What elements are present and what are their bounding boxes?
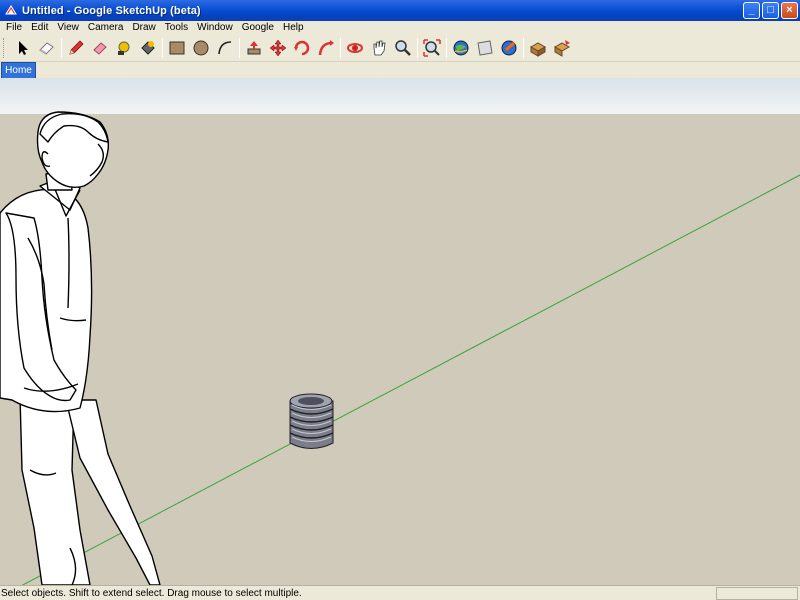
move-icon bbox=[269, 39, 287, 57]
status-message: Select objects. Shift to extend select. … bbox=[1, 587, 302, 599]
pan-icon bbox=[373, 40, 386, 56]
circle-icon bbox=[193, 40, 209, 56]
share-components-button[interactable] bbox=[551, 37, 573, 59]
eraser-tool-button[interactable] bbox=[36, 37, 58, 59]
zoom-tool-button[interactable] bbox=[392, 37, 414, 59]
paint-bucket-icon bbox=[141, 41, 155, 55]
tape-measure-icon bbox=[118, 41, 130, 55]
sketchup-app-icon bbox=[5, 4, 17, 14]
toolbar-separator bbox=[417, 38, 418, 58]
status-bar: Select objects. Shift to extend select. … bbox=[0, 585, 800, 600]
components-icon bbox=[529, 42, 547, 57]
get-models-button[interactable] bbox=[450, 37, 472, 59]
pan-tool-button[interactable] bbox=[368, 37, 390, 59]
select-tool-button[interactable] bbox=[12, 37, 34, 59]
sketchup-window: Untitled - Google SketchUp (beta) _ □ × … bbox=[0, 0, 800, 600]
push-pull-icon bbox=[247, 41, 261, 55]
zoom-extents-tool-button[interactable] bbox=[421, 37, 443, 59]
arc-icon bbox=[218, 41, 232, 55]
toolbar-separator bbox=[239, 38, 240, 58]
toolbar-separator bbox=[162, 38, 163, 58]
sky bbox=[0, 78, 800, 114]
menu-help[interactable]: Help bbox=[279, 21, 309, 35]
place-model-button[interactable] bbox=[498, 37, 520, 59]
circle-tool-button[interactable] bbox=[190, 37, 212, 59]
viewport-scene[interactable] bbox=[0, 78, 800, 585]
place-model-icon bbox=[501, 40, 517, 56]
follow-me-icon bbox=[318, 40, 334, 56]
menu-camera[interactable]: Camera bbox=[84, 21, 129, 35]
window-title: Untitled - Google SketchUp (beta) bbox=[22, 4, 201, 17]
arc-tool-button[interactable] bbox=[214, 37, 236, 59]
zoom-icon bbox=[395, 40, 411, 56]
zoom-extents-icon bbox=[423, 39, 441, 57]
orbit-icon bbox=[347, 43, 363, 53]
eraser-icon bbox=[39, 42, 54, 55]
menu-tools[interactable]: Tools bbox=[161, 21, 193, 35]
maximize-button[interactable]: □ bbox=[762, 2, 779, 19]
snapshot-button[interactable] bbox=[474, 37, 496, 59]
rectangle-icon bbox=[169, 41, 185, 55]
modeling-viewport[interactable] bbox=[0, 78, 800, 585]
scene-tab-home[interactable]: Home bbox=[1, 62, 36, 78]
push-pull-tool-button[interactable] bbox=[243, 37, 265, 59]
terrain-icon bbox=[477, 40, 493, 56]
select-icon bbox=[19, 41, 28, 55]
window-controls: _ □ × bbox=[743, 2, 798, 19]
menu-edit[interactable]: Edit bbox=[27, 21, 53, 35]
get-components-button[interactable] bbox=[527, 37, 549, 59]
toolbar-separator bbox=[523, 38, 524, 58]
google-earth-icon bbox=[453, 40, 469, 56]
share-components-icon bbox=[553, 40, 571, 57]
toolbar-separator bbox=[446, 38, 447, 58]
rectangle-tool-button[interactable] bbox=[166, 37, 188, 59]
menu-window[interactable]: Window bbox=[193, 21, 238, 35]
rotate-icon bbox=[294, 40, 310, 56]
title-bar: Untitled - Google SketchUp (beta) _ □ × bbox=[0, 0, 800, 21]
spring-model[interactable] bbox=[289, 393, 334, 449]
main-toolbar bbox=[0, 35, 800, 62]
paint-tool-button[interactable] bbox=[137, 37, 159, 59]
toolbar-separator bbox=[340, 38, 341, 58]
close-button[interactable]: × bbox=[781, 2, 798, 19]
move-tool-button[interactable] bbox=[267, 37, 289, 59]
tape-tool-button[interactable] bbox=[113, 37, 135, 59]
menu-google[interactable]: Google bbox=[238, 21, 279, 35]
rotate-tool-button[interactable] bbox=[291, 37, 313, 59]
toolbar-grip[interactable] bbox=[3, 38, 6, 58]
menu-draw[interactable]: Draw bbox=[128, 21, 160, 35]
orbit-tool-button[interactable] bbox=[344, 37, 366, 59]
toolbar-separator bbox=[61, 38, 62, 58]
menu-file[interactable]: File bbox=[2, 21, 27, 35]
scene-tabs: Home bbox=[0, 62, 800, 78]
minimize-button[interactable]: _ bbox=[743, 2, 760, 19]
menu-bar: File Edit View Camera Draw Tools Window … bbox=[0, 21, 800, 35]
menu-view[interactable]: View bbox=[53, 21, 84, 35]
follow-me-tool-button[interactable] bbox=[315, 37, 337, 59]
paint-bucket-tool-button[interactable] bbox=[89, 37, 111, 59]
pencil-tool-button[interactable] bbox=[65, 37, 87, 59]
eraser-pink-icon bbox=[93, 42, 107, 55]
pencil-icon bbox=[69, 40, 84, 55]
measurements-box[interactable] bbox=[716, 586, 798, 600]
